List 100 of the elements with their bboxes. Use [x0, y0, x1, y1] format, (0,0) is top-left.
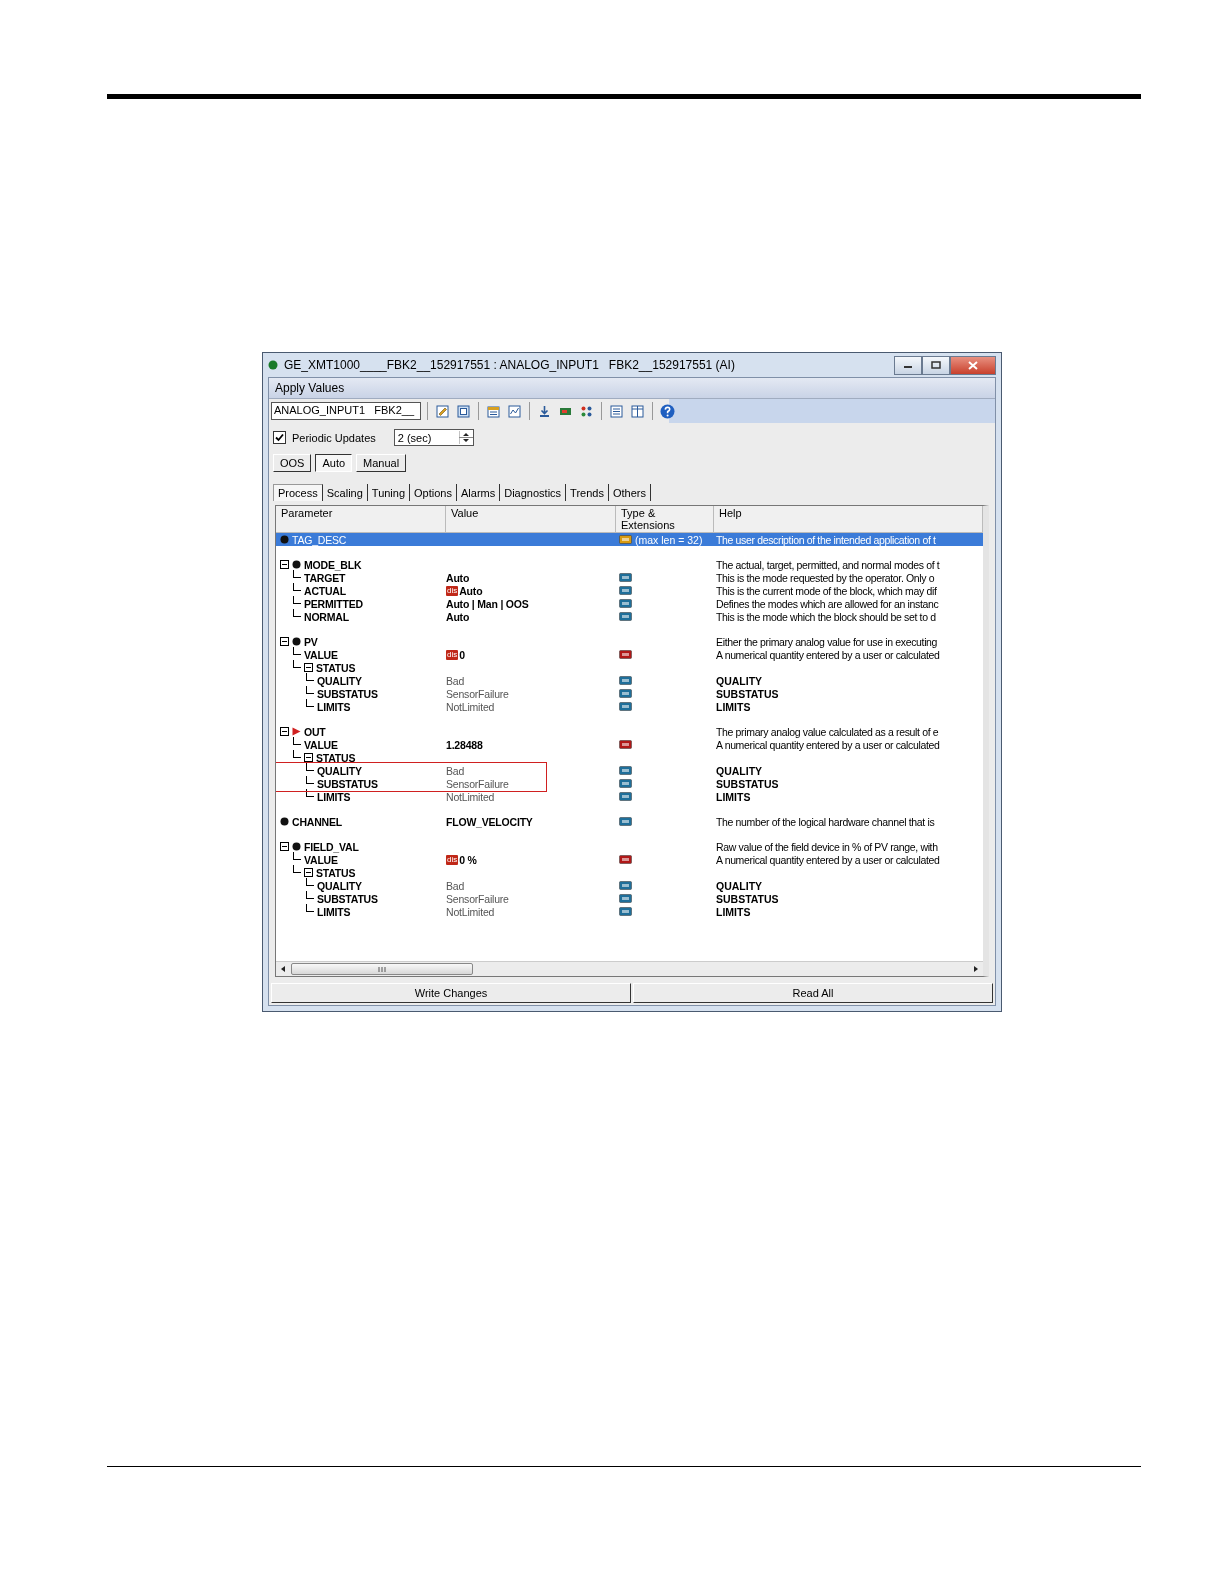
tab[interactable]: Others: [608, 484, 651, 501]
parameter-value: 1.28488: [446, 738, 483, 751]
close-icon: [968, 360, 978, 370]
block-field[interactable]: ANALOG_INPUT1 FBK2__: [271, 402, 421, 420]
parameter-name: LIMITS: [317, 790, 351, 803]
tree-row[interactable]: VALUE dis 0 % A numerical quantity entered by a user or calculated: [276, 853, 983, 866]
tab[interactable]: Scaling: [322, 484, 368, 501]
action-button[interactable]: Read All: [633, 983, 993, 1003]
tab[interactable]: Options: [410, 484, 457, 501]
tree-row[interactable]: MODE_BLK The actual, target, permitted, and normal modes of t: [276, 558, 983, 571]
minimize-button[interactable]: [894, 355, 922, 375]
collapse-icon[interactable]: [304, 663, 313, 672]
scroll-left-icon[interactable]: [279, 965, 287, 973]
mode-button[interactable]: Auto: [315, 454, 353, 472]
parameter-name: TARGET: [304, 571, 346, 584]
tree-row[interactable]: SUBSTATUS SensorFailure SUBSTATUS: [276, 892, 983, 905]
help-text: This is the mode requested by the operator. Only o: [715, 571, 936, 584]
scroll-thumb[interactable]: [291, 963, 473, 975]
parameter-name: LIMITS: [317, 700, 351, 713]
tab[interactable]: Process: [273, 484, 323, 501]
tree-row[interactable]: PERMITTED Auto | Man | OOS Defines the modes which are allowed for an instanc: [276, 597, 983, 610]
help-text: Raw value of the field device in % of PV range, with: [715, 840, 939, 853]
tree-row[interactable]: TAG_DESC (max len = 32) The user description of the intended application of t: [276, 533, 983, 546]
parameter-value: Bad: [446, 674, 465, 687]
tree-row[interactable]: VALUE dis 0 A numerical quantity entered by a user or calculated: [276, 648, 983, 661]
parameter-name: STATUS: [316, 866, 356, 879]
collapse-icon[interactable]: [280, 727, 289, 736]
tree-row[interactable]: NORMAL Auto This is the mode which the block should be set to d: [276, 610, 983, 623]
collapse-icon[interactable]: [304, 753, 313, 762]
parameter-name: PV: [304, 635, 318, 648]
tree-row[interactable]: ACTUAL dis Auto This is the current mode of the block, which may dif: [276, 584, 983, 597]
tree-row[interactable]: LIMITS NotLimited LIMITS: [276, 700, 983, 713]
column-header[interactable]: Help: [714, 506, 983, 533]
checkbox[interactable]: [273, 431, 286, 444]
tree-row[interactable]: STATUS: [276, 866, 983, 879]
tree-row[interactable]: SUBSTATUS SensorFailure SUBSTATUS: [276, 687, 983, 700]
collapse-icon[interactable]: [280, 560, 289, 569]
parameter-value: FLOW_VELOCITY: [446, 815, 533, 828]
mode-button[interactable]: Manual: [356, 454, 407, 472]
menu-item[interactable]: Apply Values: [275, 381, 345, 395]
help-icon[interactable]: [659, 402, 676, 420]
parameter-name: NORMAL: [304, 610, 349, 623]
help-text: LIMITS: [715, 905, 752, 918]
tree-row[interactable]: LIMITS NotLimited LIMITS: [276, 905, 983, 918]
tree-row[interactable]: QUALITY Bad QUALITY: [276, 674, 983, 687]
columns-view-icon[interactable]: [629, 402, 646, 420]
collapse-icon[interactable]: [280, 637, 289, 646]
tree-row[interactable]: STATUS: [276, 661, 983, 674]
tree-row[interactable]: CHANNEL FLOW_VELOCITY The number of the logical hardware channel that is: [276, 815, 983, 828]
help-text: LIMITS: [715, 790, 752, 803]
horizontal-scrollbar[interactable]: [276, 961, 983, 976]
parameter-value: SensorFailure: [446, 892, 509, 905]
mode-button[interactable]: OOS: [273, 454, 312, 472]
help-text: A numerical quantity entered by a user or calculated: [715, 738, 941, 751]
tab[interactable]: Trends: [566, 484, 609, 501]
checkbox-label: Periodic Updates: [292, 431, 376, 444]
help-text: Defines the modes which are allowed for an instanc: [715, 597, 940, 610]
column-header[interactable]: Value: [446, 506, 616, 533]
maximize-button[interactable]: [922, 355, 950, 375]
tree-row[interactable]: LIMITS NotLimited LIMITS: [276, 790, 983, 803]
tree-row[interactable]: QUALITY Bad QUALITY: [276, 764, 983, 777]
parameter-value: NotLimited: [446, 790, 495, 803]
tree-row[interactable]: PV Either the primary analog value for use in executing: [276, 635, 983, 648]
status-badge: dis: [446, 649, 459, 660]
tree-row[interactable]: QUALITY Bad QUALITY: [276, 879, 983, 892]
tree-row[interactable]: FIELD_VAL Raw value of the field device in % of PV range, with: [276, 840, 983, 853]
tree-row[interactable]: VALUE 1.28488 A numerical quantity entered by a user or calculated: [276, 738, 983, 751]
edit-document-icon[interactable]: [434, 402, 451, 420]
parameter-name: STATUS: [316, 751, 356, 764]
tree-row[interactable]: TARGET Auto This is the mode requested by the operator. Only o: [276, 571, 983, 584]
tree-row[interactable]: STATUS: [276, 751, 983, 764]
column-header[interactable]: Type & Extensions: [616, 506, 714, 533]
list-view-icon[interactable]: [608, 402, 625, 420]
parameter-name: QUALITY: [317, 674, 362, 687]
interval-spinner[interactable]: 2 (sec): [393, 429, 474, 446]
scroll-right-icon[interactable]: [972, 965, 980, 973]
status-dot-icon: [268, 360, 278, 370]
parameter-name: MODE_BLK: [304, 558, 362, 571]
tab[interactable]: Diagnostics: [500, 484, 567, 501]
parameter-name: TAG_DESC: [292, 533, 347, 546]
help-text: LIMITS: [715, 700, 752, 713]
collapse-icon[interactable]: [280, 842, 289, 851]
tab[interactable]: Alarms: [457, 484, 501, 501]
chart-icon[interactable]: [506, 402, 523, 420]
parameter-name: LIMITS: [317, 905, 351, 918]
parameter-value: Auto: [446, 571, 470, 584]
parameter-name: VALUE: [304, 738, 338, 751]
document-frame-icon[interactable]: [455, 402, 472, 420]
help-text: QUALITY: [715, 764, 764, 777]
parameter-value: NotLimited: [446, 905, 495, 918]
tab[interactable]: Tuning: [367, 484, 411, 501]
tree-row[interactable]: SUBSTATUS SensorFailure SUBSTATUS: [276, 777, 983, 790]
collapse-icon[interactable]: [304, 868, 313, 877]
close-button[interactable]: [950, 355, 996, 375]
help-text: The number of the logical hardware channel that is: [715, 815, 936, 828]
parameter-name: PERMITTED: [304, 597, 363, 610]
help-text: A numerical quantity entered by a user or calculated: [715, 853, 941, 866]
tree-row[interactable]: OUT The primary analog value calculated as a result of e: [276, 725, 983, 738]
column-header[interactable]: Parameter: [276, 506, 446, 533]
action-button[interactable]: Write Changes: [271, 983, 631, 1003]
